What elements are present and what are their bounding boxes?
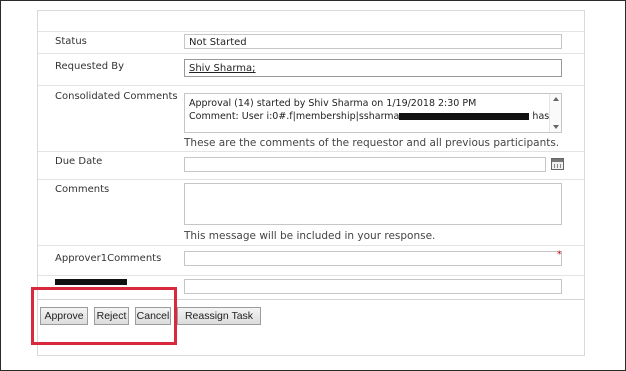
status-field[interactable]: Not Started [184,34,562,49]
comment-line-1: Approval (14) started by Shiv Sharma on … [189,98,477,109]
approver1-comments-label: Approver1Comments [55,253,162,264]
redacted-field-input[interactable] [184,279,562,294]
approver1-comments-input[interactable] [184,251,562,266]
comment-line-2: Comment: User i:0#.f|membership|ssharma … [189,110,558,123]
requested-by-field[interactable]: Shiv Sharma; [184,59,562,77]
due-date-input[interactable] [184,157,546,172]
status-label: Status [55,36,87,47]
highlight-box [31,287,177,345]
scroll-up-icon[interactable] [553,97,559,101]
consolidated-comments-label: Consolidated Comments [55,91,178,102]
requested-by-label: Requested By [55,61,125,72]
consolidated-comments-box[interactable]: Approval (14) started by Shiv Sharma on … [184,93,562,133]
requested-by-row: Requested By Shiv Sharma; [38,53,584,86]
redacted-label [55,279,127,285]
status-row: Status Not Started [38,31,584,54]
comment-line-2-prefix: Comment: User i:0#.f|membership|ssharma [189,111,400,122]
consolidated-comments-row: Consolidated Comments Approval (14) star… [38,85,584,152]
due-date-row: Due Date [38,151,584,180]
redaction-bar [399,113,530,120]
scroll-down-icon[interactable] [553,125,559,129]
requested-by-value[interactable]: Shiv Sharma; [189,63,256,74]
due-date-label: Due Date [55,156,103,167]
comments-scrollbar[interactable] [549,94,561,132]
approver1-comments-row: Approver1Comments [38,245,584,276]
comments-textarea[interactable] [184,183,562,225]
required-asterisk: * [557,250,562,260]
consolidated-comments-hint: These are the comments of the requestor … [184,137,560,149]
comments-label: Comments [55,184,110,195]
calendar-icon[interactable] [551,158,564,170]
reassign-task-button[interactable]: Reassign Task [177,307,261,325]
comments-row: Comments This message will be included i… [38,179,584,246]
comments-hint: This message will be included in your re… [184,230,436,242]
